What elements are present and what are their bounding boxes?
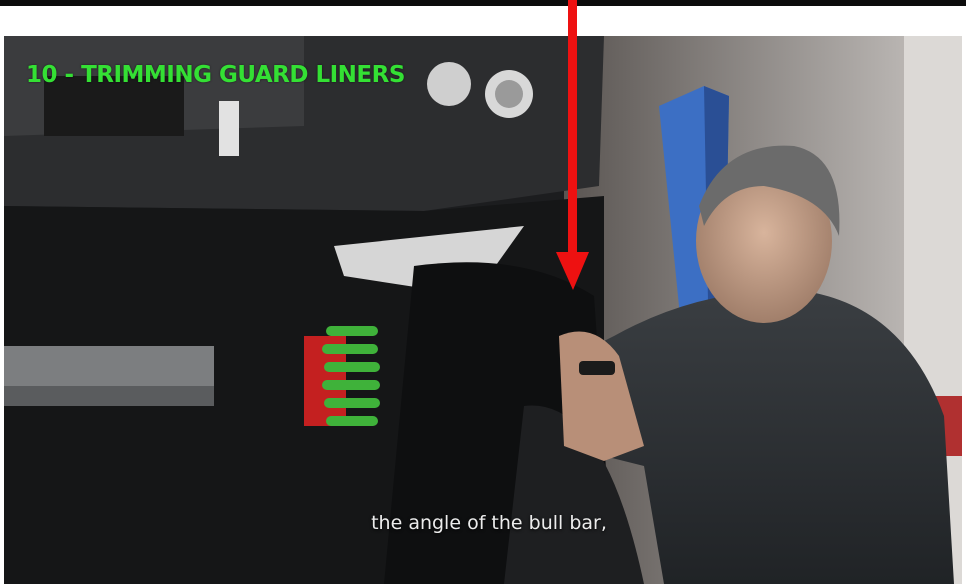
video-scene bbox=[4, 36, 962, 584]
top-border bbox=[0, 0, 966, 6]
video-title-overlay: 10 - TRIMMING GUARD LINERS bbox=[26, 62, 405, 88]
video-frame[interactable]: 10 - TRIMMING GUARD LINERS the angle of … bbox=[4, 36, 962, 584]
video-caption: the angle of the bull bar, bbox=[371, 512, 607, 534]
